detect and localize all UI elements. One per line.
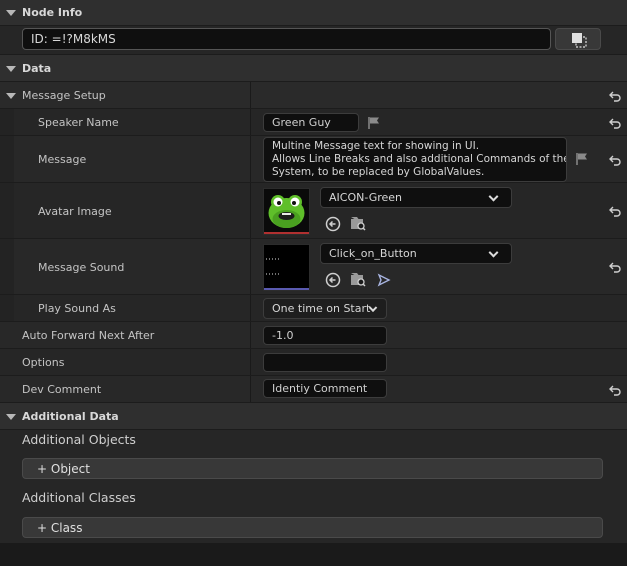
avatar-image-label: Avatar Image — [38, 205, 112, 218]
reset-arrow-icon[interactable] — [609, 205, 621, 217]
reset-arrow-icon[interactable] — [609, 384, 621, 396]
message-setup-row[interactable]: Message Setup — [0, 82, 627, 109]
avatar-thumbnail[interactable] — [263, 188, 310, 235]
chevron-down-icon — [488, 247, 499, 258]
auto-forward-label: Auto Forward Next After — [22, 329, 155, 342]
play-icon[interactable] — [376, 272, 392, 288]
message-line-3: System, to be replaced by GlobalValues. — [272, 166, 485, 178]
flag-icon[interactable] — [367, 116, 381, 130]
avatar-asset-dropdown[interactable]: AICON-Green — [320, 187, 512, 208]
chevron-down-icon — [488, 191, 499, 202]
dev-comment-value: Identiy Comment — [272, 382, 368, 395]
reset-arrow-icon[interactable] — [609, 154, 621, 166]
message-row: Message Multine Message text for showing… — [0, 136, 627, 183]
use-selected-icon[interactable] — [325, 216, 341, 232]
asset-type-bar — [264, 288, 309, 290]
asset-type-bar — [264, 232, 309, 234]
node-picker-button[interactable] — [555, 28, 601, 50]
options-input[interactable] — [263, 353, 387, 372]
node-info-header[interactable]: Node Info — [0, 0, 627, 26]
green-avatar-image — [264, 189, 309, 232]
message-sound-row: Message Sound Click_on_Button — [0, 239, 627, 295]
additional-data-title: Additional Data — [22, 410, 119, 423]
message-setup-label: Message Setup — [22, 89, 106, 102]
avatar-image-row: Avatar Image AICON-Green — [0, 183, 627, 239]
message-textarea[interactable]: Multine Message text for showing in UI. … — [263, 137, 567, 182]
auto-forward-input[interactable]: -1.0 — [263, 326, 387, 345]
node-id-row: ID: =!?M8kMS — [0, 26, 627, 55]
dev-comment-input[interactable]: Identiy Comment — [263, 379, 387, 398]
play-sound-as-value: One time on Start — [272, 302, 371, 315]
reset-arrow-icon[interactable] — [609, 90, 621, 102]
additional-classes-label: Additional Classes — [22, 490, 136, 505]
additional-data-header[interactable]: Additional Data — [0, 403, 627, 430]
dev-comment-label: Dev Comment — [22, 383, 102, 396]
options-label: Options — [22, 356, 65, 369]
add-class-button[interactable]: + Class — [22, 517, 603, 538]
add-object-button[interactable]: + Object — [22, 458, 603, 479]
auto-forward-row: Auto Forward Next After -1.0 — [0, 322, 627, 349]
options-row: Options — [0, 349, 627, 376]
add-class-label: + Class — [37, 520, 83, 535]
collapse-arrow-icon[interactable] — [6, 66, 16, 72]
reset-arrow-icon[interactable] — [609, 261, 621, 273]
message-label: Message — [38, 153, 87, 166]
data-title: Data — [22, 62, 52, 75]
collapse-arrow-icon[interactable] — [6, 93, 16, 99]
play-sound-as-dropdown[interactable]: One time on Start — [263, 298, 387, 319]
node-id-field[interactable]: ID: =!?M8kMS — [22, 28, 551, 50]
speaker-name-row: Speaker Name Green Guy — [0, 109, 627, 136]
collapse-arrow-icon[interactable] — [6, 414, 16, 420]
avatar-asset-name: AICON-Green — [329, 191, 403, 204]
message-sound-label: Message Sound — [38, 261, 125, 274]
speaker-name-input[interactable]: Green Guy — [263, 113, 359, 132]
browse-icon[interactable] — [350, 271, 366, 287]
node-info-title: Node Info — [22, 6, 83, 19]
speaker-name-label: Speaker Name — [38, 116, 119, 129]
reset-arrow-icon[interactable] — [609, 117, 621, 129]
additional-objects-label: Additional Objects — [22, 432, 136, 447]
collapse-arrow-icon[interactable] — [6, 10, 16, 16]
play-sound-as-row: Play Sound As One time on Start — [0, 295, 627, 322]
browse-icon[interactable] — [350, 215, 366, 231]
flag-icon[interactable] — [575, 152, 589, 166]
add-object-label: + Object — [37, 461, 90, 476]
speaker-name-value: Green Guy — [272, 116, 331, 129]
data-header[interactable]: Data — [0, 55, 627, 82]
message-line-2: Allows Line Breaks and also additional C… — [272, 153, 567, 165]
play-sound-as-label: Play Sound As — [38, 302, 116, 315]
auto-forward-value: -1.0 — [272, 329, 294, 342]
additional-data-panel: Additional Objects + Object Additional C… — [0, 430, 627, 543]
node-id-text: ID: =!?M8kMS — [31, 32, 116, 46]
sound-asset-dropdown[interactable]: Click_on_Button — [320, 243, 512, 264]
message-line-1: Multine Message text for showing in UI. — [272, 140, 480, 152]
picker-icon — [572, 33, 587, 48]
sound-thumbnail[interactable] — [263, 244, 310, 291]
use-selected-icon[interactable] — [325, 272, 341, 288]
dev-comment-row: Dev Comment Identiy Comment — [0, 376, 627, 403]
waveform-icon — [266, 258, 280, 275]
sound-asset-name: Click_on_Button — [329, 247, 417, 260]
